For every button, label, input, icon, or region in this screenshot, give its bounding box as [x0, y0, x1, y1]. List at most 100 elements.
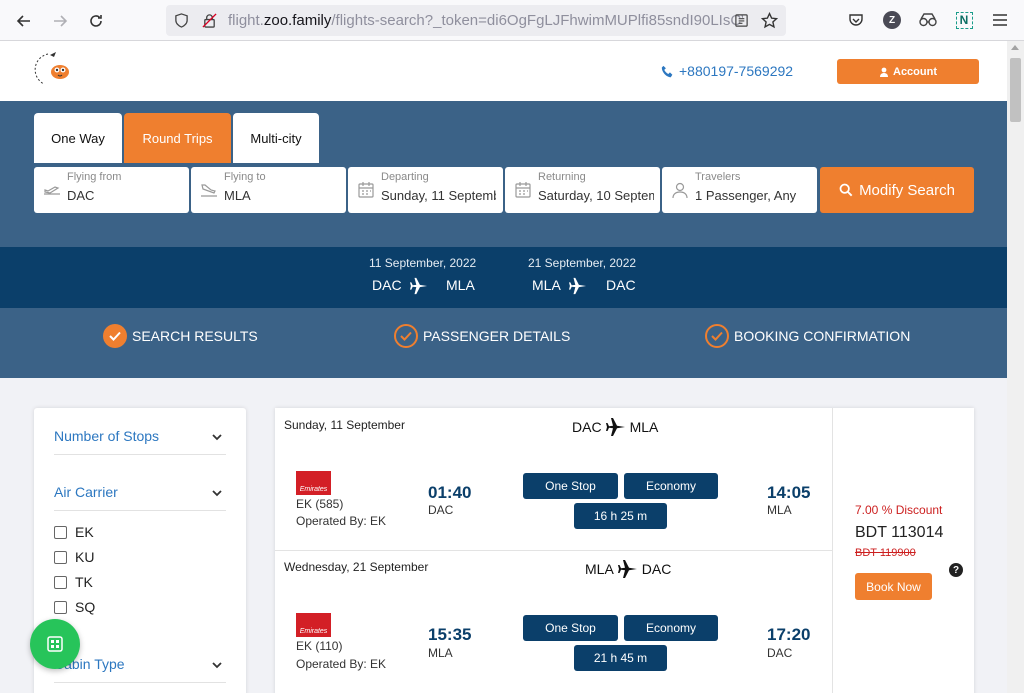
departure-time: 01:40 — [428, 483, 472, 502]
pocket-button[interactable] — [845, 9, 867, 31]
travelers-field[interactable]: Travelers 1 Passenger, Any — [662, 167, 817, 213]
arrival-code: DAC — [767, 646, 793, 660]
old-price: BDT 119900 — [855, 547, 916, 559]
carrier-label: KU — [75, 549, 95, 565]
profile-button[interactable]: Z — [881, 9, 903, 31]
progress-steps: SEARCH RESULTS PASSENGER DETAILS BOOKING… — [0, 308, 1007, 378]
reader-view-icon[interactable] — [734, 13, 749, 28]
step-booking-confirmation: BOOKING CONFIRMATION — [705, 324, 910, 348]
checkbox[interactable] — [54, 525, 67, 539]
url-domain: zoo.family — [263, 12, 332, 29]
book-now-button[interactable]: Book Now — [855, 573, 932, 600]
field-label: Returning — [538, 171, 586, 183]
leg-to: MLA — [629, 419, 659, 435]
page-scrollbar[interactable] — [1007, 41, 1024, 693]
cabin-badge: Economy — [624, 615, 718, 641]
arrival-time: 17:20 — [767, 625, 811, 644]
stops-badge: One Stop — [523, 473, 618, 499]
leg-from: DAC — [572, 419, 602, 435]
checkbox[interactable] — [54, 600, 67, 614]
field-value: MLA — [224, 188, 251, 203]
carrier-option-sq[interactable]: SQ — [54, 599, 95, 615]
field-value: Sunday, 11 Septemb — [381, 188, 496, 203]
back-button[interactable] — [11, 8, 37, 34]
tab-one-way[interactable]: One Way — [34, 113, 122, 163]
filter-carrier-header[interactable]: Air Carrier — [54, 464, 226, 511]
flight-number: EK (585) — [296, 497, 344, 511]
price: BDT 113014 — [855, 524, 944, 541]
divider — [275, 550, 832, 551]
step-passenger-details: PASSENGER DETAILS — [394, 324, 570, 348]
operated-by: Operated By: EK — [296, 657, 387, 671]
url-prefix: flight. — [228, 12, 264, 29]
flying-to-field[interactable]: Flying to MLA — [191, 167, 346, 213]
leg-to: DAC — [641, 561, 672, 577]
account-button[interactable]: Account — [837, 59, 979, 84]
departing-field[interactable]: Departing Sunday, 11 Septemb — [348, 167, 503, 213]
reload-icon — [90, 15, 102, 27]
scroll-thumb[interactable] — [1010, 58, 1021, 122]
search-icon — [839, 183, 853, 197]
scroll-up-arrow-icon[interactable] — [1011, 45, 1019, 50]
glasses-icon — [919, 13, 937, 27]
chevron-down-icon — [212, 662, 222, 669]
filter-title: Air Carrier — [54, 484, 118, 500]
plane-icon — [605, 418, 625, 436]
takeoff-icon — [44, 186, 60, 195]
airline-logo: Emirates — [296, 613, 331, 637]
question-icon[interactable]: ? — [949, 563, 963, 577]
flying-from-field[interactable]: Flying from DAC — [34, 167, 189, 213]
field-label: Departing — [381, 171, 429, 183]
return-to: DAC — [606, 277, 636, 293]
menu-button[interactable] — [989, 9, 1011, 31]
returning-field[interactable]: Returning Saturday, 10 Septem — [505, 167, 660, 213]
carrier-option-tk[interactable]: TK — [54, 574, 93, 590]
outbound-date: 11 September, 2022 — [369, 256, 477, 270]
calendar-icon — [358, 182, 374, 198]
insecure-lock-icon[interactable] — [202, 13, 217, 28]
step-label: SEARCH RESULTS — [132, 328, 258, 344]
discount-label: 7.00 % Discount — [855, 503, 943, 517]
carrier-option-ku[interactable]: KU — [54, 549, 94, 565]
phone-link[interactable]: +880197-7569292 — [661, 63, 793, 79]
n-extension-icon: N — [955, 11, 973, 29]
chat-float-button[interactable] — [30, 619, 80, 669]
field-value: 1 Passenger, Any — [695, 188, 797, 203]
flight-number: EK (110) — [296, 639, 343, 653]
url-text[interactable]: flight.zoo.family/flights-search?_token=… — [228, 12, 743, 29]
step-search-results: SEARCH RESULTS — [103, 324, 258, 348]
carrier-label: EK — [75, 524, 94, 540]
plane-icon — [617, 560, 637, 578]
tab-round-trips[interactable]: Round Trips — [124, 113, 231, 163]
checkbox[interactable] — [54, 550, 67, 564]
shield-icon[interactable] — [174, 13, 189, 28]
arrow-left-icon — [16, 15, 30, 27]
modify-search-label: Modify Search — [859, 181, 955, 199]
phone-icon — [661, 65, 673, 77]
leg-route: MLA DAC — [585, 559, 671, 579]
url-path: /flights-search?_token=di6OgFgLJFhwimMUP… — [331, 12, 743, 29]
forward-button[interactable] — [47, 8, 73, 34]
extension-button[interactable] — [917, 9, 939, 31]
calendar-icon — [515, 182, 531, 198]
tab-label: Multi-city — [250, 130, 302, 146]
step-label: BOOKING CONFIRMATION — [734, 328, 911, 344]
landing-icon — [201, 184, 217, 197]
qr-chat-icon — [47, 636, 63, 652]
duration-badge: 16 h 25 m — [574, 503, 667, 529]
site-logo[interactable] — [34, 50, 74, 90]
reload-button[interactable] — [83, 8, 109, 34]
tab-multi-city[interactable]: Multi-city — [233, 113, 319, 163]
checkbox[interactable] — [54, 575, 67, 589]
field-label: Travelers — [695, 171, 741, 183]
leg-date: Sunday, 11 September — [284, 418, 405, 432]
departure-time: 15:35 — [428, 625, 472, 644]
modify-search-button[interactable]: Modify Search — [820, 167, 974, 213]
notes-extension-button[interactable]: N — [953, 9, 975, 31]
bookmark-star-icon[interactable] — [761, 12, 778, 29]
carrier-option-ek[interactable]: EK — [54, 524, 94, 540]
filter-stops-header[interactable]: Number of Stops — [54, 408, 226, 455]
airline-logo: Emirates — [296, 471, 331, 495]
hamburger-icon — [993, 14, 1007, 26]
address-bar[interactable]: flight.zoo.family/flights-search?_token=… — [166, 5, 786, 36]
